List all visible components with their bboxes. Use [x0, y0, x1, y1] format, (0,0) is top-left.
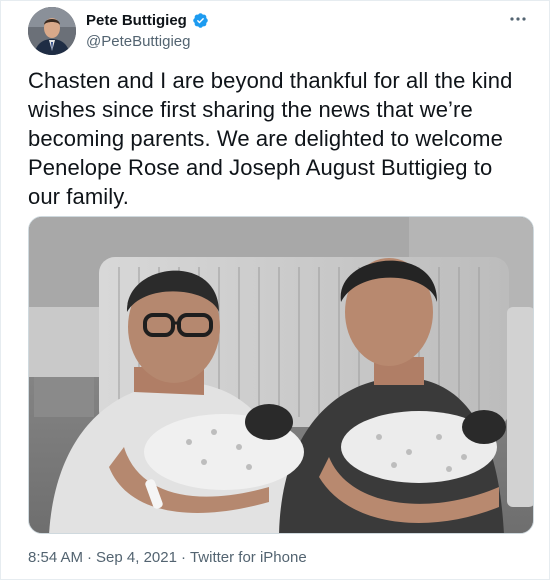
author-block: Pete Buttigieg @PeteButtigieg [86, 10, 209, 50]
author-handle[interactable]: @PeteButtigieg [86, 33, 209, 50]
tweet-card: Pete Buttigieg @PeteButtigieg Chasten an… [0, 0, 550, 580]
tweet-meta: 8:54 AM · Sep 4, 2021 · Twitter for iPho… [28, 549, 307, 566]
verified-badge-icon [192, 12, 209, 29]
tweet-source[interactable]: Twitter for iPhone [190, 549, 307, 566]
tweet-date[interactable]: Sep 4, 2021 [96, 549, 177, 566]
tweet-text: Chasten and I are beyond thankful for al… [28, 68, 513, 209]
meta-separator: · [180, 549, 186, 566]
tweet-time[interactable]: 8:54 AM [28, 549, 83, 566]
author-display-name[interactable]: Pete Buttigieg [86, 12, 187, 29]
photo-image [29, 217, 533, 533]
more-options-icon[interactable] [507, 11, 529, 27]
tweet-photo[interactable] [28, 216, 534, 534]
meta-separator: · [87, 549, 93, 566]
avatar[interactable] [28, 7, 76, 55]
